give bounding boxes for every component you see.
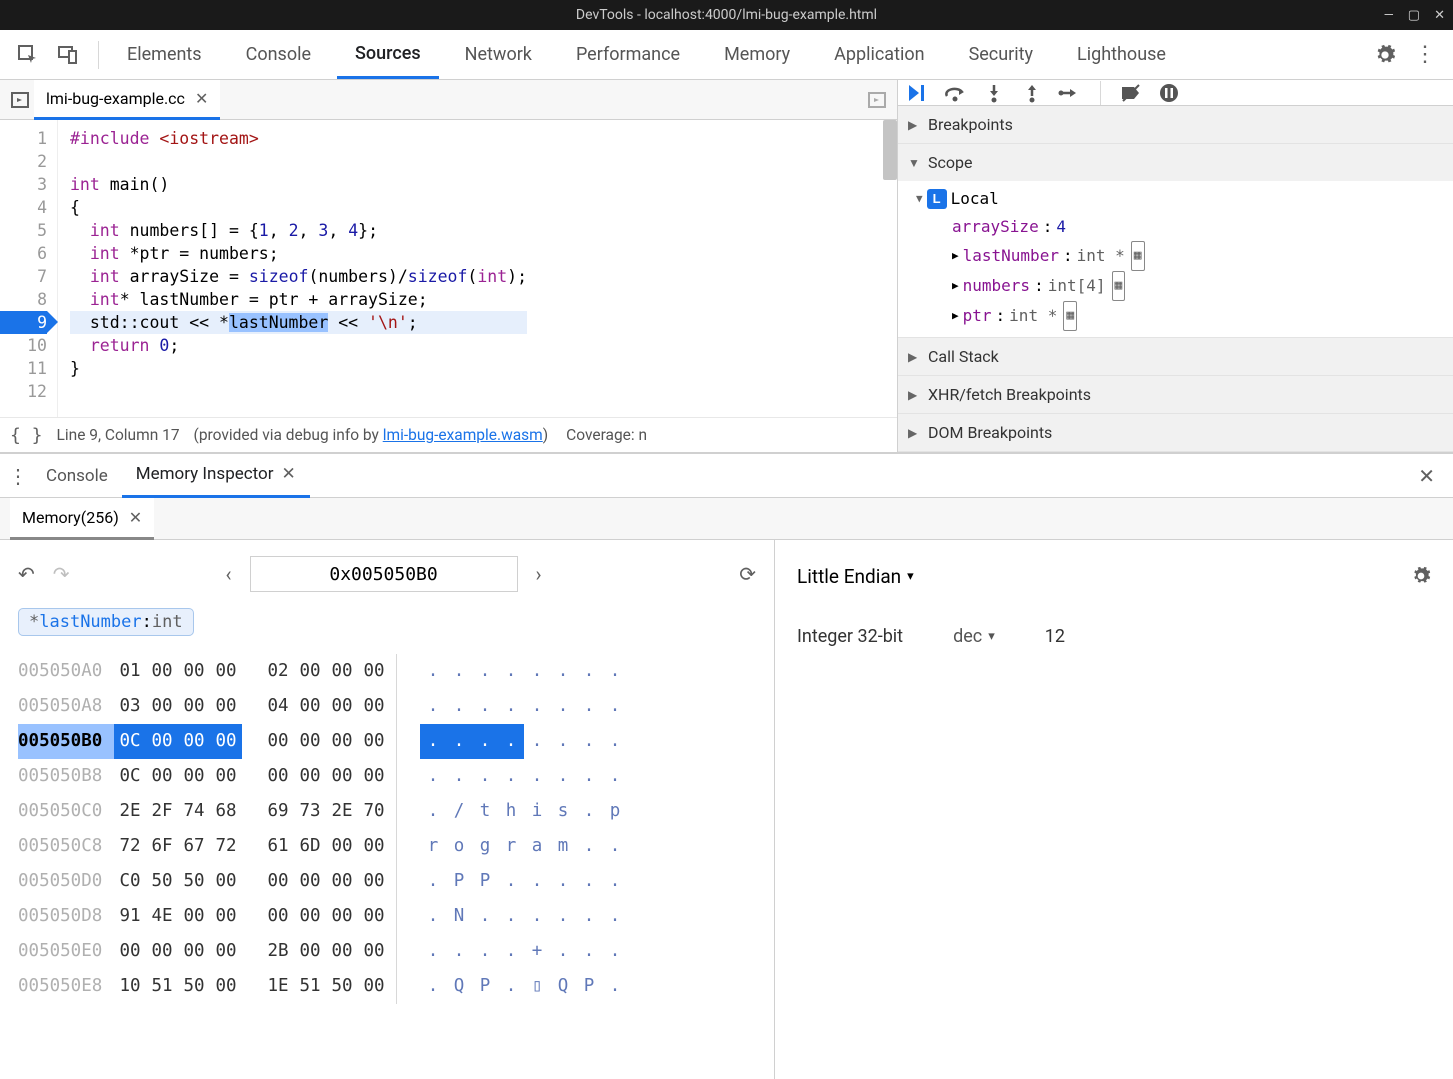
- memory-tabbar: Memory(256)✕: [0, 498, 1453, 540]
- debugger-toolbar: [898, 80, 1453, 106]
- step-into-icon[interactable]: [982, 81, 1006, 105]
- minimize-icon[interactable]: —: [1384, 8, 1394, 23]
- reveal-memory-icon[interactable]: ▦: [1063, 301, 1077, 331]
- reveal-memory-icon[interactable]: ▦: [1112, 271, 1126, 301]
- close-icon[interactable]: ✕: [282, 464, 296, 484]
- memory-nav: ↶ ↷ ‹ › ⟳: [18, 554, 756, 594]
- window-titlebar: DevTools - localhost:4000/lmi-bug-exampl…: [0, 0, 1453, 30]
- main-toolbar: ElementsConsoleSourcesNetworkPerformance…: [0, 30, 1453, 80]
- settings-gear-icon[interactable]: [1411, 566, 1431, 586]
- settings-gear-icon[interactable]: [1369, 39, 1401, 71]
- main-tab-lighthouse[interactable]: Lighthouse: [1059, 31, 1184, 79]
- breakpoints-section[interactable]: ▶Breakpoints: [898, 106, 1453, 143]
- coverage-text: Coverage: n: [566, 426, 647, 444]
- scope-section[interactable]: ▼Scope: [898, 144, 1453, 181]
- chevron-right-icon: ▶: [908, 350, 922, 364]
- window-title: DevTools - localhost:4000/lmi-bug-exampl…: [576, 7, 877, 23]
- main-tab-console[interactable]: Console: [228, 31, 329, 79]
- run-snippet-icon[interactable]: [863, 90, 891, 110]
- main-tab-application[interactable]: Application: [816, 31, 942, 79]
- drawer-tabbar: ⋮ Console Memory Inspector✕ ✕: [0, 454, 1453, 498]
- endianness-select[interactable]: Little Endian▾: [797, 565, 914, 588]
- chevron-right-icon: ▶: [908, 426, 922, 440]
- scope-local[interactable]: ▼L Local: [916, 185, 1453, 213]
- scope-var-ptr[interactable]: ▶ptr: int *▦: [952, 301, 1453, 331]
- value-type: Integer 32-bit: [797, 626, 903, 647]
- pretty-print-icon[interactable]: { }: [10, 425, 43, 446]
- wasm-link[interactable]: lmi-bug-example.wasm: [383, 426, 543, 444]
- file-tabbar: lmi-bug-example.cc ✕: [0, 80, 897, 120]
- drawer-tab-console[interactable]: Console: [32, 454, 122, 498]
- close-icon[interactable]: ✕: [1434, 8, 1445, 23]
- memory-address-input[interactable]: [250, 556, 518, 592]
- pause-exceptions-icon[interactable]: [1157, 81, 1181, 105]
- file-tab-name: lmi-bug-example.cc: [46, 89, 185, 108]
- scope-var-arraysize[interactable]: arraySize: 4: [952, 213, 1453, 241]
- maximize-icon[interactable]: ▢: [1408, 8, 1420, 23]
- drawer-tab-memory-inspector[interactable]: Memory Inspector✕: [122, 454, 310, 498]
- chevron-down-icon: ▼: [908, 156, 922, 170]
- deactivate-breakpoints-icon[interactable]: [1119, 81, 1143, 105]
- dom-breakpoints-section[interactable]: ▶DOM Breakpoints: [898, 414, 1453, 451]
- chevron-down-icon: ▾: [907, 569, 914, 584]
- device-toggle-icon[interactable]: [52, 39, 84, 71]
- prev-page-icon[interactable]: ‹: [226, 562, 232, 586]
- chevron-right-icon: ▶: [908, 388, 922, 402]
- step-out-icon[interactable]: [1020, 81, 1044, 105]
- main-tab-elements[interactable]: Elements: [109, 31, 220, 79]
- memory-tab[interactable]: Memory(256)✕: [10, 498, 154, 540]
- highlight-chip[interactable]: *lastNumber: int: [18, 608, 194, 636]
- main-tab-sources[interactable]: Sources: [337, 31, 439, 79]
- next-page-icon[interactable]: ›: [536, 562, 542, 586]
- scope-var-lastnumber[interactable]: ▶lastNumber: int *▦: [952, 241, 1453, 271]
- local-badge-icon: L: [927, 189, 947, 209]
- reveal-memory-icon[interactable]: ▦: [1131, 241, 1145, 271]
- step-icon[interactable]: [1058, 81, 1082, 105]
- main-tab-network[interactable]: Network: [447, 31, 550, 79]
- xhr-breakpoints-section[interactable]: ▶XHR/fetch Breakpoints: [898, 376, 1453, 413]
- step-over-icon[interactable]: [944, 81, 968, 105]
- inspect-element-icon[interactable]: [12, 39, 44, 71]
- chevron-down-icon: ▾: [988, 629, 995, 644]
- hex-viewer[interactable]: 005050A00100000002000000........005050A8…: [18, 654, 756, 1004]
- refresh-icon[interactable]: ⟳: [739, 562, 756, 586]
- main-tab-memory[interactable]: Memory: [706, 31, 808, 79]
- scrollbar-vertical[interactable]: [883, 120, 897, 180]
- navigator-toggle-icon[interactable]: [6, 90, 34, 110]
- file-tab[interactable]: lmi-bug-example.cc ✕: [34, 80, 220, 120]
- cursor-position: Line 9, Column 17: [57, 426, 180, 444]
- close-icon[interactable]: ✕: [129, 508, 142, 527]
- main-tab-performance[interactable]: Performance: [558, 31, 698, 79]
- undo-icon[interactable]: ↶: [18, 562, 35, 586]
- kebab-menu-icon[interactable]: ⋮: [1409, 39, 1441, 71]
- code-editor[interactable]: 123456789101112 #include <iostream>int m…: [0, 120, 897, 417]
- close-icon[interactable]: ✕: [195, 89, 208, 108]
- decoded-value: 12: [1045, 626, 1065, 647]
- main-tab-security[interactable]: Security: [951, 31, 1051, 79]
- encoding-select[interactable]: dec▾: [953, 626, 995, 647]
- resume-icon[interactable]: [906, 81, 930, 105]
- callstack-section[interactable]: ▶Call Stack: [898, 338, 1453, 375]
- scope-var-numbers[interactable]: ▶numbers: int[4]▦: [952, 271, 1453, 301]
- chevron-right-icon: ▶: [908, 118, 922, 132]
- kebab-menu-icon[interactable]: ⋮: [8, 464, 32, 488]
- redo-icon[interactable]: ↷: [53, 562, 70, 586]
- editor-status-bar: { } Line 9, Column 17 (provided via debu…: [0, 417, 897, 452]
- close-drawer-icon[interactable]: ✕: [1418, 464, 1445, 488]
